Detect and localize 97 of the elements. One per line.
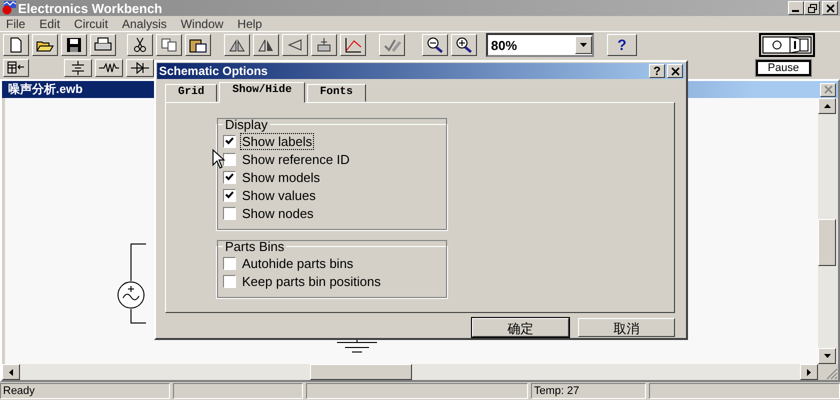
menu-item[interactable]: File: [2, 16, 32, 30]
checkbox-label[interactable]: Show models: [240, 168, 322, 186]
resize-grip-icon[interactable]: [826, 368, 838, 380]
toolbar-button[interactable]: [90, 34, 116, 56]
checkbox[interactable]: [223, 274, 236, 288]
checkbox[interactable]: [223, 256, 236, 270]
vertical-scrollbar[interactable]: [818, 98, 838, 364]
toolbar-button[interactable]: [61, 34, 87, 56]
minimize-button[interactable]: [788, 1, 804, 15]
app-logo-icon: [2, 1, 16, 15]
toolbar-button[interactable]: [282, 34, 308, 56]
scrollbar-thumb[interactable]: [818, 219, 836, 266]
checkbox[interactable]: [223, 152, 236, 166]
status-message: Ready: [0, 383, 170, 399]
toolbar-button[interactable]: [253, 34, 279, 56]
checkbox[interactable]: [223, 170, 236, 184]
restore-button[interactable]: [804, 1, 820, 15]
toolbar-button[interactable]: [224, 34, 250, 56]
print-icon: [94, 37, 112, 53]
scrollbar-thumb[interactable]: [310, 364, 412, 380]
toolbar-button[interactable]: [185, 34, 211, 56]
toolbar-button[interactable]: [451, 34, 477, 56]
scroll-right-icon: [807, 368, 811, 376]
temperature-readout: Temp: 27: [531, 383, 646, 399]
zoom-out-icon: [426, 37, 444, 53]
tab[interactable]: Fonts: [306, 84, 366, 102]
tab[interactable]: Grid: [165, 84, 218, 102]
toolbar-button[interactable]: [311, 34, 337, 56]
help-button[interactable]: ?: [607, 34, 637, 56]
menu-item[interactable]: Analysis: [115, 16, 174, 30]
dropdown-arrow-icon: [580, 42, 588, 48]
scroll-down-icon: [824, 354, 830, 358]
toolbar-button[interactable]: [32, 34, 58, 56]
close-button[interactable]: [822, 1, 838, 15]
scissors-icon: [131, 37, 149, 53]
document-title: 噪声分析.ewb: [7, 81, 83, 98]
zoom-in-icon: [455, 37, 473, 53]
save-icon: [65, 37, 83, 53]
checkbox-label[interactable]: Show nodes: [240, 204, 316, 222]
checkbox-label[interactable]: Show reference ID: [240, 150, 352, 168]
resistor-icon: [99, 61, 119, 75]
menu-item[interactable]: Help: [230, 16, 270, 30]
menu-item[interactable]: Edit: [32, 16, 68, 30]
toolbar-button[interactable]: [3, 34, 29, 56]
checkmark-icon: [225, 173, 234, 182]
toolbar-button[interactable]: [127, 34, 153, 56]
checkmark-icon: [225, 137, 234, 146]
dialog-button[interactable]: 确定: [472, 318, 569, 337]
flip-icon: [257, 37, 275, 53]
pause-button[interactable]: Pause: [756, 60, 811, 76]
dialog-button[interactable]: 取消: [578, 318, 675, 337]
scroll-left-icon: [9, 368, 13, 376]
toolbar-button[interactable]: [64, 59, 92, 77]
scroll-up-icon: [824, 104, 830, 108]
close-icon: [826, 4, 834, 12]
zoom-value: 80%: [490, 38, 518, 52]
restore-icon: [808, 4, 816, 12]
battery-symbol-icon: [69, 61, 87, 75]
group-title: Display: [224, 117, 269, 132]
close-icon: [670, 66, 680, 76]
checkmark-icon: [225, 191, 234, 200]
power-switch[interactable]: [759, 33, 815, 57]
app-title: Electronics Workbench: [18, 0, 162, 16]
rotate-icon: [228, 37, 246, 53]
toolbar-button[interactable]: [156, 34, 182, 56]
zoom-dropdown[interactable]: 80%: [486, 33, 594, 57]
tab[interactable]: Show/Hide: [219, 82, 305, 104]
checkbox[interactable]: [223, 188, 236, 202]
copy-icon: [160, 37, 178, 53]
toolbar-button[interactable]: [340, 34, 366, 56]
checkbox[interactable]: [223, 134, 236, 148]
close-icon: [824, 85, 832, 94]
toolbar-button[interactable]: [95, 59, 123, 77]
diode-icon: [131, 61, 149, 75]
ground-symbol-icon: [335, 339, 379, 353]
graph-icon: [344, 37, 362, 53]
toolbar-button[interactable]: [3, 59, 29, 77]
horizontal-scrollbar[interactable]: [2, 364, 838, 380]
checkbox-label[interactable]: Keep parts bin positions: [240, 272, 383, 290]
parts-bin-icon: [7, 61, 25, 75]
group-title: Parts Bins: [224, 239, 286, 254]
checkbox-label[interactable]: Show labels: [240, 132, 314, 150]
checkbox-label[interactable]: Autohide parts bins: [240, 254, 356, 272]
menu-item[interactable]: Circuit: [67, 16, 116, 30]
paste-icon: [189, 37, 207, 53]
power-switch-icon: [762, 36, 812, 54]
toolbar-button[interactable]: [422, 34, 448, 56]
toolbar-button[interactable]: [126, 59, 154, 77]
help-button[interactable]: ?: [649, 64, 665, 78]
close-button[interactable]: [667, 64, 683, 78]
checkbox[interactable]: [223, 206, 236, 220]
menu-item[interactable]: Window: [174, 16, 230, 30]
close-button[interactable]: [820, 82, 836, 96]
triangle-icon: [286, 37, 304, 53]
checkbox-label[interactable]: Show values: [240, 186, 318, 204]
dialog-title: Schematic Options: [159, 64, 268, 78]
toolbar-button[interactable]: [379, 34, 405, 56]
